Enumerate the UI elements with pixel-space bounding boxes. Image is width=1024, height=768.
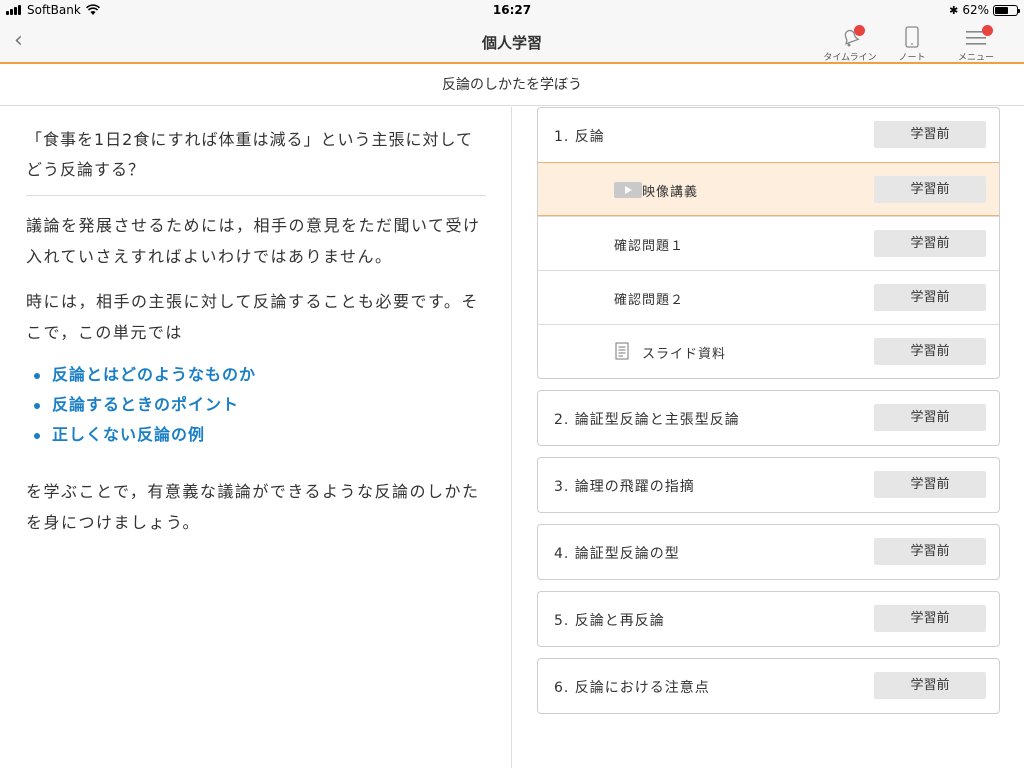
status-badge: 学習前 [874, 538, 986, 565]
closing-paragraph: を学ぶことで，有意義な議論ができるような反論のしかたを身につけましょう。 [26, 482, 480, 532]
lesson-row[interactable]: 2. 論証型反論と主張型反論 学習前 [538, 391, 999, 445]
status-badge: 学習前 [874, 605, 986, 632]
lesson-row[interactable]: 4. 論証型反論の型 学習前 [538, 525, 999, 579]
lesson-card[interactable]: 3. 論理の飛躍の指摘 学習前 [537, 457, 1000, 513]
lesson-title: 2. 論証型反論と主張型反論 [554, 412, 740, 428]
lesson-card[interactable]: 6. 反論における注意点 学習前 [537, 658, 1000, 714]
battery-percent: 62% [962, 3, 989, 17]
battery-icon [993, 4, 1020, 16]
lesson-title: 3. 論理の飛躍の指摘 [554, 479, 695, 495]
unit-title: 反論のしかたを学ぼう [0, 66, 1024, 106]
battery-level [995, 6, 1009, 14]
learning-point: 反論するときのポイント [34, 390, 485, 420]
menu-label: メニュー [957, 53, 994, 63]
status-badge: 学習前 [874, 121, 986, 148]
status-badge: 学習前 [874, 338, 986, 365]
clock: 16:27 [492, 3, 532, 17]
lesson-title: 5. 反論と再反論 [554, 613, 665, 629]
sub-lesson-row-quiz-1[interactable]: 確認問題１ 学習前 [538, 216, 999, 270]
question-heading: 「食事を1日2食にすれば体重は減る」という主張に対してどう反論する？ [26, 125, 486, 196]
lesson-card[interactable]: 5. 反論と再反論 学習前 [537, 591, 1000, 647]
lesson-title: 1. 反論 [554, 129, 605, 145]
learning-point: 正しくない反論の例 [34, 420, 485, 450]
note-label: ノート [898, 53, 926, 63]
status-badge: 学習前 [874, 230, 986, 257]
status-bar: SoftBank 16:27 ✱ 62% [0, 0, 1024, 20]
status-badge: 学習前 [874, 176, 986, 203]
lesson-row[interactable]: 6. 反論における注意点 学習前 [538, 659, 999, 713]
menu-badge [982, 25, 993, 36]
sub-lesson-title: 映像講義 [642, 185, 699, 200]
sub-lesson-row-video[interactable]: 映像講義 学習前 [538, 162, 999, 216]
sub-lesson-row-quiz-2[interactable]: 確認問題２ 学習前 [538, 270, 999, 324]
sub-lesson-title: 確認問題２ [614, 293, 685, 308]
learning-point: 反論とはどのようなものか [34, 360, 485, 390]
status-badge: 学習前 [874, 284, 986, 311]
timeline-badge [854, 25, 865, 36]
lesson-title: 6. 反論における注意点 [554, 680, 710, 696]
timeline-button[interactable]: タイムライン [818, 22, 882, 63]
lesson-row[interactable]: 5. 反論と再反論 学習前 [538, 592, 999, 646]
content-pane: 「食事を1日2食にすれば体重は減る」という主張に対してどう反論する？ 議論を発展… [0, 107, 512, 768]
status-badge: 学習前 [874, 672, 986, 699]
intro-paragraph: 議論を発展させるためには，相手の意見をただ聞いて受け入れていさえすればよいわけで… [26, 216, 481, 266]
lesson-card[interactable]: 4. 論証型反論の型 学習前 [537, 524, 1000, 580]
learning-points: 反論とはどのようなものか 反論するときのポイント 正しくない反論の例 [34, 360, 485, 450]
menu-button[interactable]: メニュー [944, 22, 1008, 63]
lesson-title: 4. 論証型反論の型 [554, 546, 680, 562]
status-badge: 学習前 [874, 471, 986, 498]
bluetooth-icon: ✱ [949, 3, 959, 17]
nav-bar: ‹ 個人学習 タイムライン ノート メニュー [0, 20, 1024, 64]
tablet-icon [905, 26, 919, 48]
sub-lesson-row-slides[interactable]: スライド資料 学習前 [538, 324, 999, 378]
document-icon [615, 342, 629, 360]
note-button[interactable]: ノート [880, 22, 944, 63]
lesson-list: 1. 反論 学習前 映像講義 学習前 確認問題１ 学習前 確認問題２ 学習前 ス… [513, 107, 1024, 768]
intro-paragraph: 時には，相手の主張に対して反論することも必要です。そこで，この単元では [26, 292, 479, 342]
lesson-card: 1. 反論 学習前 映像講義 学習前 確認問題１ 学習前 確認問題２ 学習前 ス… [537, 107, 1000, 379]
lesson-row[interactable]: 3. 論理の飛躍の指摘 学習前 [538, 458, 999, 512]
status-badge: 学習前 [874, 404, 986, 431]
lesson-card[interactable]: 2. 論証型反論と主張型反論 学習前 [537, 390, 1000, 446]
video-play-icon [614, 182, 642, 198]
sub-lesson-title: 確認問題１ [614, 239, 685, 254]
lesson-row[interactable]: 1. 反論 学習前 [538, 108, 999, 162]
sub-lesson-title: スライド資料 [642, 347, 727, 362]
timeline-label: タイムライン [823, 53, 877, 63]
